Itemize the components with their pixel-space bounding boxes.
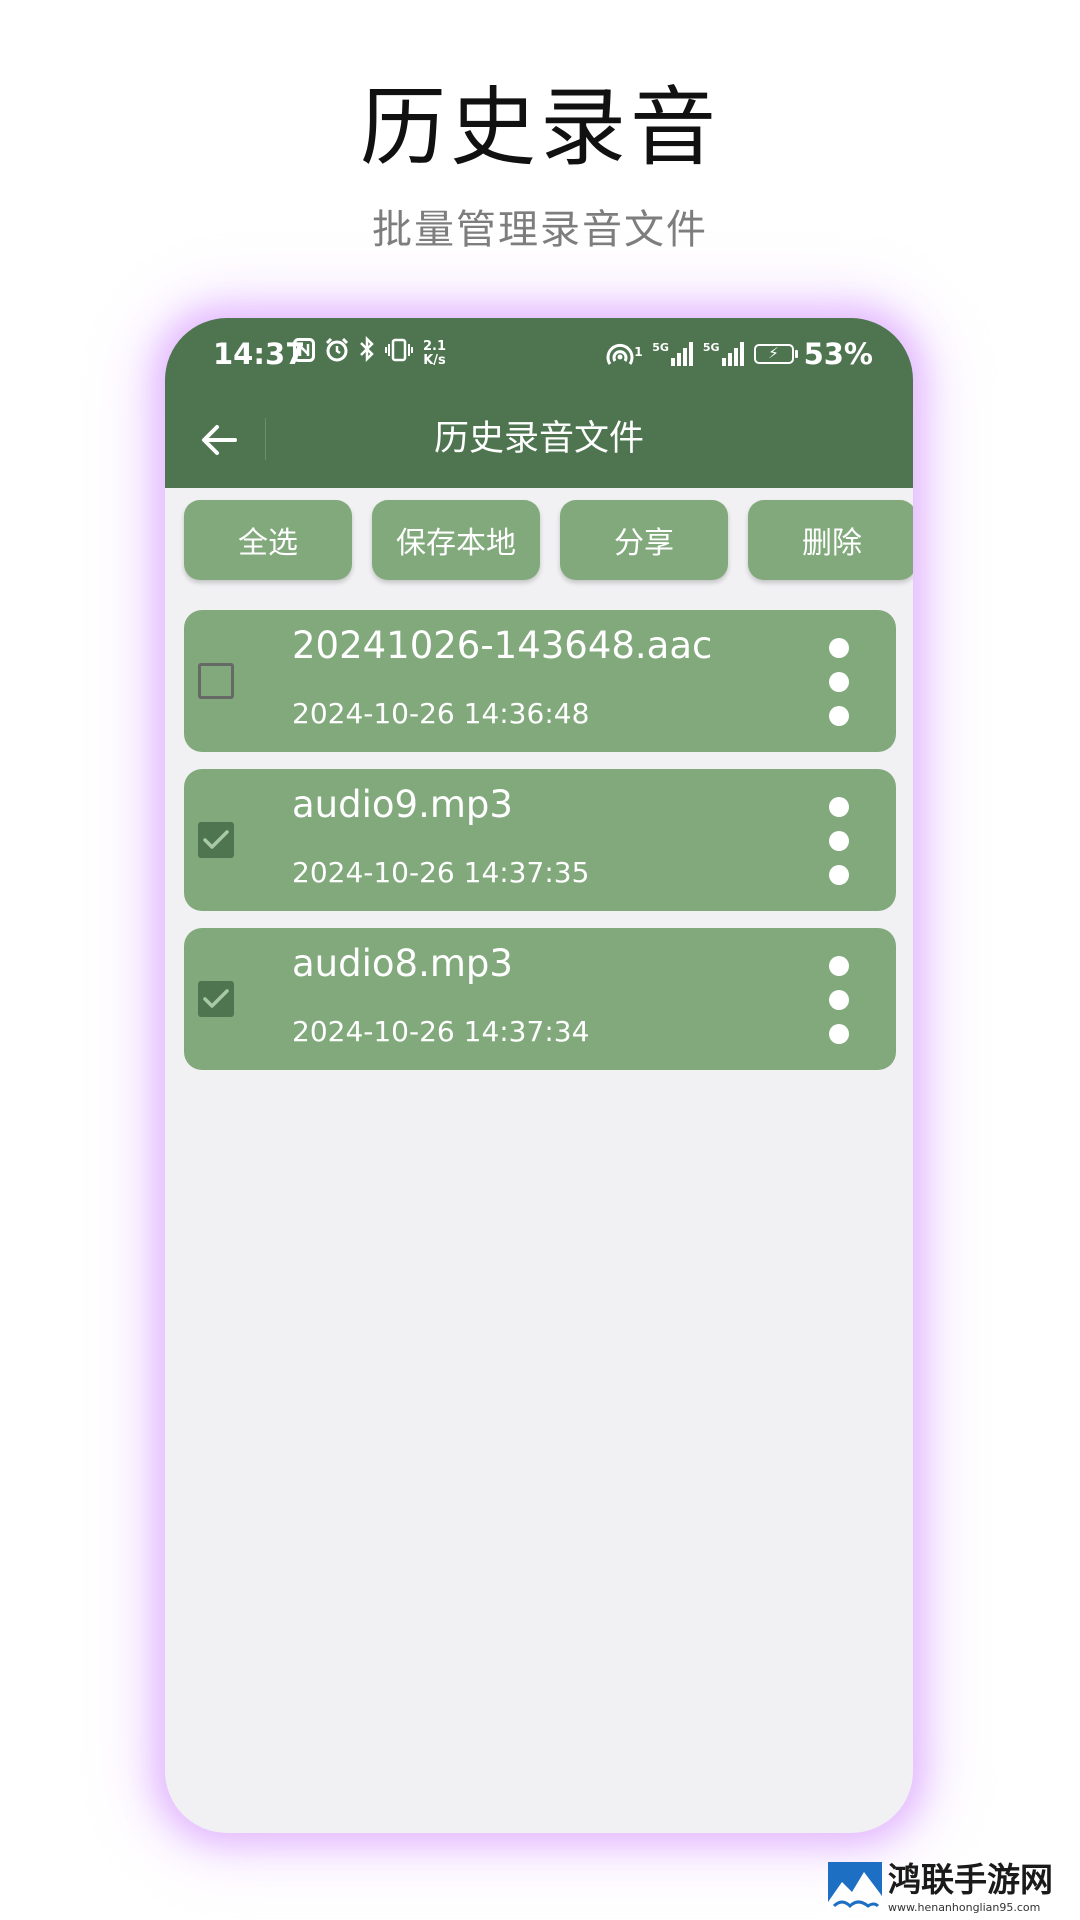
list-item[interactable]: audio8.mp3 2024-10-26 14:37:34 — [184, 928, 896, 1070]
watermark-url: www.henanhonglian95.com — [888, 1901, 1041, 1914]
status-right-icons: 1 5G 5G ⚡ 53% — [606, 334, 873, 374]
file-time: 2024-10-26 14:36:48 — [292, 697, 590, 730]
net-speed: 2.1 K/s — [423, 340, 446, 368]
promo-title: 历史录音 — [360, 78, 720, 178]
list-item[interactable]: 20241026-143648.aac 2024-10-26 14:36:48 — [184, 610, 896, 752]
battery-charging-icon: ⚡ — [753, 344, 798, 364]
file-checkbox[interactable] — [198, 981, 234, 1017]
promo-subtitle: 批量管理录音文件 — [372, 207, 708, 253]
file-time: 2024-10-26 14:37:35 — [292, 856, 590, 889]
file-time: 2024-10-26 14:37:34 — [292, 1015, 590, 1048]
vibrate-icon — [385, 336, 413, 372]
phone-frame: 14:37 2.1 K/s 1 5G 5G ⚡ 53% 历史录音文件 全选 保存… — [165, 318, 913, 1833]
status-bar: 14:37 2.1 K/s 1 5G 5G ⚡ 53% — [165, 318, 913, 390]
more-options-icon[interactable] — [824, 956, 854, 1044]
watermark-text: 鸿联手游网 — [888, 1860, 1053, 1899]
recording-file-list: 20241026-143648.aac 2024-10-26 14:36:48 … — [184, 610, 896, 1087]
checkmark-icon — [203, 830, 229, 849]
battery-percent: 53% — [803, 337, 873, 371]
sim2-network-label: 5G — [702, 341, 720, 354]
net-speed-value: 2.1 — [423, 339, 447, 354]
file-name: audio8.mp3 — [292, 942, 513, 985]
checkmark-icon — [203, 989, 229, 1008]
sim2-signal-icon: 5G — [703, 342, 744, 366]
nfc-icon — [293, 336, 315, 372]
more-options-icon[interactable] — [824, 797, 854, 885]
file-checkbox[interactable] — [198, 663, 234, 699]
charging-bolt-icon: ⚡ — [768, 344, 779, 362]
sim1-network-label: 5G — [652, 341, 669, 354]
site-watermark: 鸿联手游网 www.henanhonglian95.com — [828, 1860, 1070, 1916]
app-title: 历史录音文件 — [433, 419, 644, 459]
file-name: audio9.mp3 — [292, 783, 513, 826]
status-left-icons: 2.1 K/s — [293, 335, 446, 372]
save-local-button[interactable]: 保存本地 — [372, 500, 540, 580]
hotspot-icon: 1 — [606, 340, 643, 368]
app-header: 14:37 2.1 K/s 1 5G 5G ⚡ 53% 历史录音文件 — [165, 318, 913, 488]
alarm-icon — [325, 336, 349, 372]
file-name: 20241026-143648.aac — [292, 624, 713, 667]
action-toolbar: 全选 保存本地 分享 删除 — [184, 500, 913, 580]
select-all-button[interactable]: 全选 — [184, 500, 352, 580]
more-options-icon[interactable] — [824, 638, 854, 726]
bluetooth-icon — [359, 335, 375, 372]
net-speed-unit: K/s — [423, 353, 446, 368]
status-time: 14:37 — [213, 337, 306, 371]
file-checkbox[interactable] — [198, 822, 234, 858]
hotspot-badge: 1 — [634, 345, 643, 359]
share-button[interactable]: 分享 — [560, 500, 728, 580]
sim1-signal-icon: 5G — [652, 342, 693, 366]
watermark-logo-icon — [828, 1862, 882, 1914]
list-item[interactable]: audio9.mp3 2024-10-26 14:37:35 — [184, 769, 896, 911]
delete-button[interactable]: 删除 — [748, 500, 913, 580]
